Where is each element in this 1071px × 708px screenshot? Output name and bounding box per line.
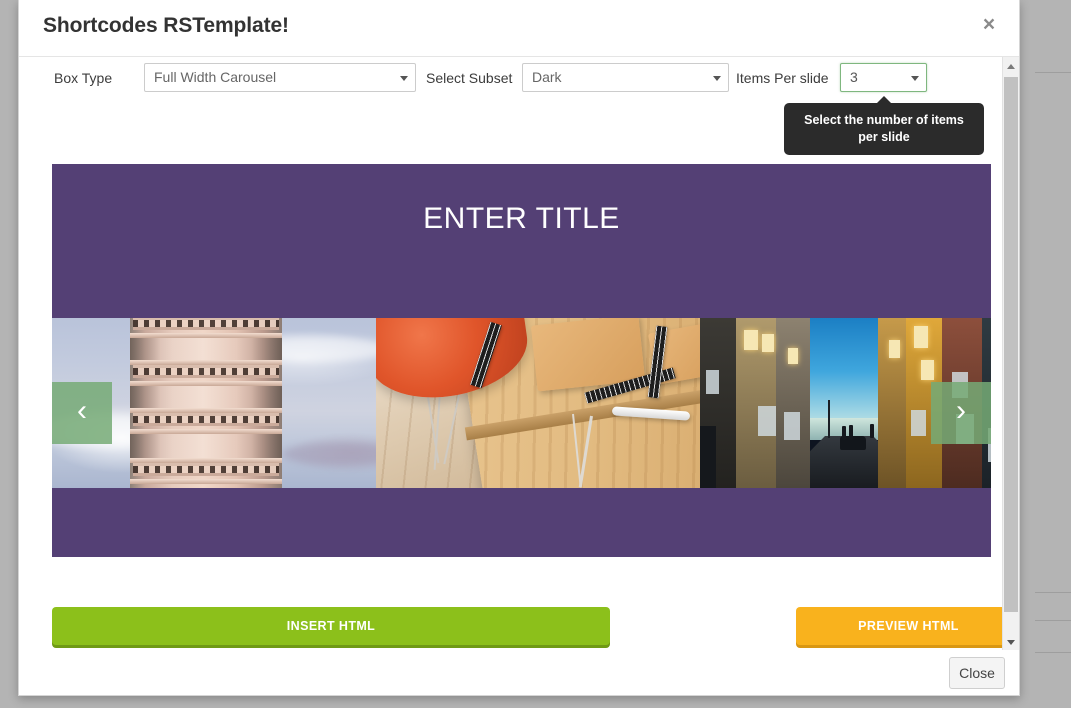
backdrop-divider	[1035, 620, 1071, 621]
select-subset-select[interactable]: Dark	[522, 63, 729, 92]
options-toolbar: Box Type Full Width Carousel Select Subs…	[19, 57, 1019, 155]
items-per-slide-tooltip: Select the number of items per slide	[784, 96, 984, 155]
chevron-left-icon: ‹	[77, 394, 87, 427]
modal-body: Box Type Full Width Carousel Select Subs…	[19, 57, 1019, 650]
select-subset-label: Select Subset	[426, 70, 513, 86]
modal-body-scrollbar[interactable]	[1002, 57, 1019, 650]
modal-footer: Close	[19, 650, 1019, 695]
carousel-title: ENTER TITLE	[423, 202, 620, 235]
box-type-label: Box Type	[54, 70, 113, 86]
close-icon[interactable]: ×	[976, 12, 1002, 38]
select-subset-value: Dark	[532, 69, 562, 85]
tooltip-arrow-icon	[876, 96, 892, 104]
backdrop-divider	[1035, 592, 1071, 593]
scroll-down-button[interactable]	[1003, 633, 1019, 650]
close-button[interactable]: Close	[949, 657, 1005, 689]
carousel-preview: ENTER TITLE ‹ ›	[52, 164, 991, 557]
page-title: Shortcodes RSTemplate!	[43, 14, 289, 37]
box-type-value: Full Width Carousel	[154, 69, 277, 85]
chevron-down-icon	[911, 75, 919, 81]
triangle-down-icon	[1007, 639, 1015, 645]
scrollbar-thumb[interactable]	[1004, 77, 1018, 612]
preview-html-button[interactable]: PREVIEW HTML	[796, 607, 1019, 645]
backdrop-divider	[1035, 652, 1071, 653]
carousel-next-button[interactable]: ›	[931, 382, 991, 444]
box-type-select[interactable]: Full Width Carousel	[144, 63, 416, 92]
carousel-slide-image[interactable]	[376, 318, 700, 488]
items-per-slide-label: Items Per slide	[736, 70, 829, 86]
scroll-up-button[interactable]	[1003, 57, 1019, 74]
carousel-prev-button[interactable]: ‹	[52, 382, 112, 444]
modal-header: Shortcodes RSTemplate! ×	[19, 0, 1019, 57]
tooltip-text: Select the number of items per slide	[804, 113, 964, 144]
items-per-slide-select[interactable]: 3	[840, 63, 927, 92]
shortcodes-modal: Shortcodes RSTemplate! × Box Type Full W…	[18, 0, 1020, 696]
backdrop-divider	[1035, 72, 1071, 73]
items-per-slide-value: 3	[850, 69, 858, 85]
carousel-slides	[52, 318, 991, 488]
pisa-tower-shape	[130, 318, 282, 488]
triangle-up-icon	[1007, 63, 1015, 69]
chevron-down-icon	[400, 75, 408, 81]
chevron-right-icon: ›	[956, 394, 966, 427]
insert-html-button[interactable]: INSERT HTML	[52, 607, 610, 645]
chevron-down-icon	[713, 75, 721, 81]
